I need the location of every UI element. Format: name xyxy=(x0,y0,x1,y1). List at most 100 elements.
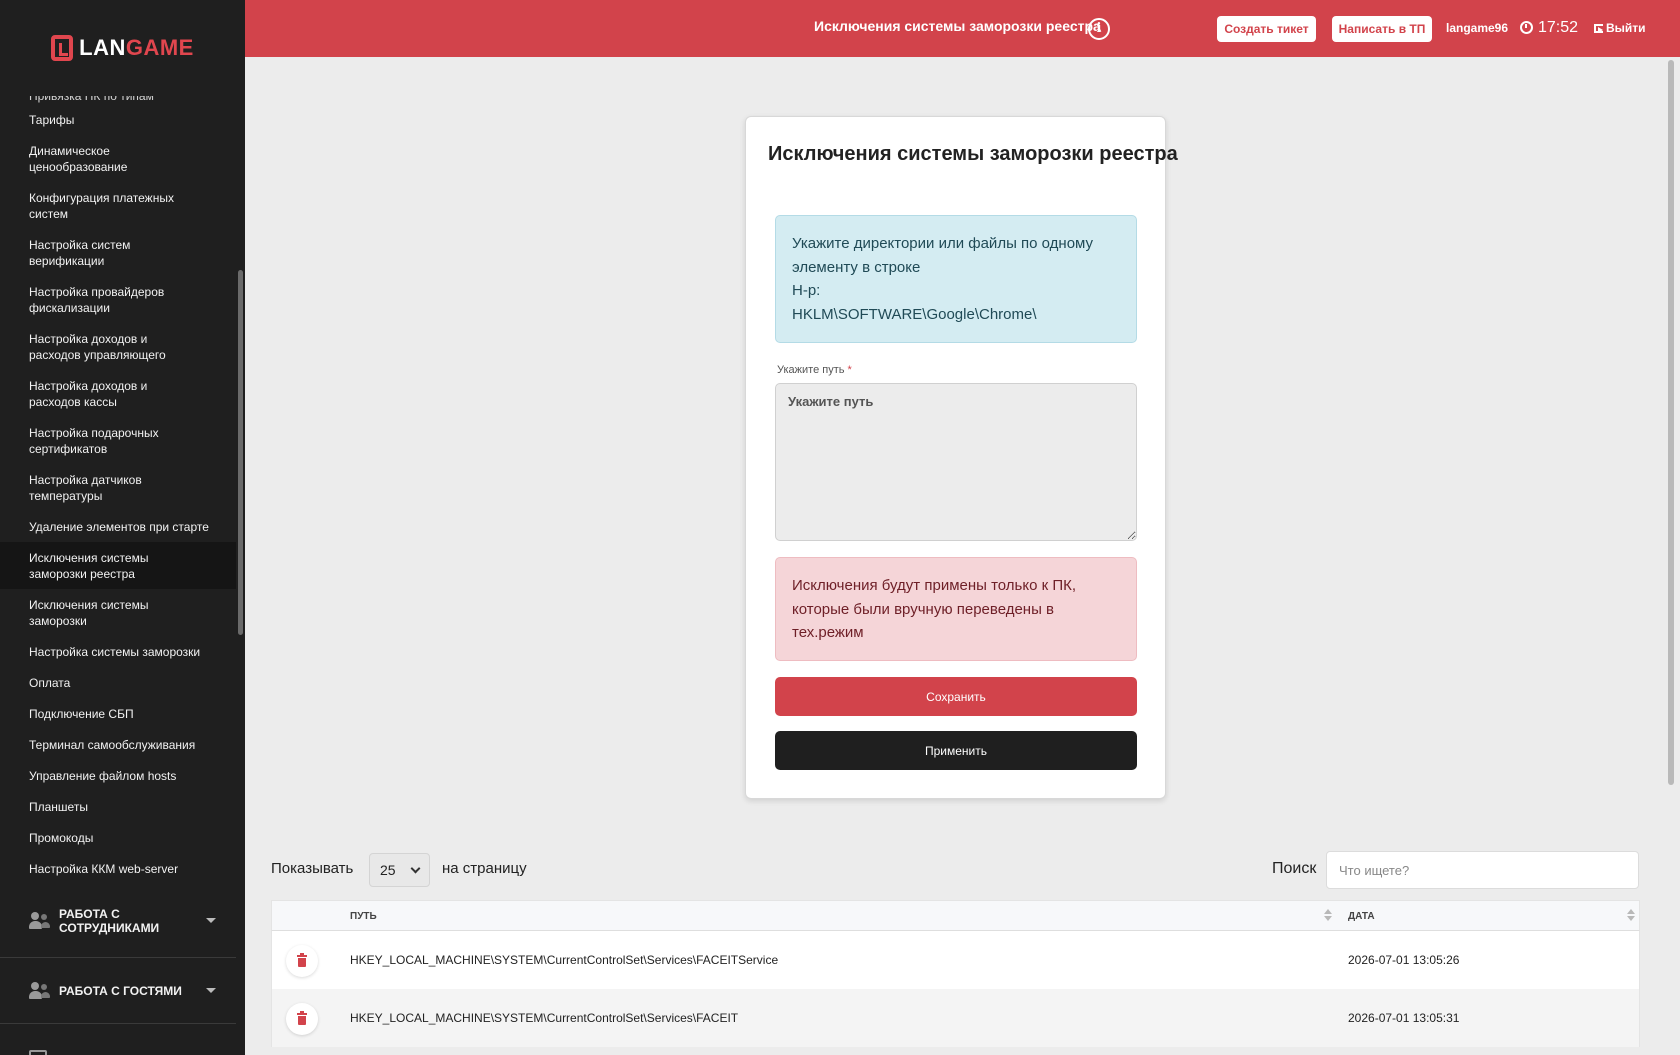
sidebar-item[interactable]: Настройка систем верификации xyxy=(0,229,236,276)
save-button[interactable]: Сохранить xyxy=(775,677,1137,716)
info-alert-line: элементу в строке xyxy=(792,258,921,276)
sidebar-item-label: Подключение СБП xyxy=(29,706,134,721)
sidebar-scrollbar[interactable] xyxy=(238,270,243,635)
sidebar-section[interactable]: Работа с гостями xyxy=(0,958,236,1024)
create-ticket-button[interactable]: Создать тикет xyxy=(1217,16,1316,42)
column-header-path[interactable]: ПУТЬ xyxy=(350,911,377,922)
sidebar-item[interactable]: Динамическое ценообразование xyxy=(0,135,236,182)
sidebar-item[interactable]: Управление файлом hosts xyxy=(0,760,236,791)
apply-button[interactable]: Применить xyxy=(775,731,1137,770)
sidebar-item[interactable]: Настройка подарочных сертификатов xyxy=(0,417,236,464)
sidebar-item-label: Конфигурация платежных систем xyxy=(29,190,174,221)
sidebar-item-label: Промокоды xyxy=(29,830,94,845)
logo-text-suffix: GAME xyxy=(125,35,194,60)
sidebar-item-label: Тарифы xyxy=(29,112,75,127)
warning-alert-line: тех.режим xyxy=(792,624,864,641)
logo-text-prefix: LAN xyxy=(79,35,126,60)
cell-date: 2026-07-01 13:05:26 xyxy=(1348,953,1460,967)
users-icon xyxy=(29,911,51,930)
sidebar-item-label: Исключения системы заморозки xyxy=(29,597,149,628)
langame-logo-icon xyxy=(51,35,74,61)
table-header: ПУТЬ ДАТА xyxy=(271,900,1640,931)
main-scrollbar[interactable] xyxy=(1668,60,1674,785)
page-title: Исключения системы заморозки реестра xyxy=(814,18,1101,34)
logo[interactable]: LANGAME xyxy=(0,0,245,96)
per-page-value: 25 xyxy=(380,862,396,878)
path-field-label-text: Укажите путь xyxy=(777,364,845,376)
path-field-label: Укажите путь * xyxy=(777,364,852,376)
sidebar-item-label: Динамическое ценообразование xyxy=(29,143,128,174)
sidebar-item-label: Настройка систем верификации xyxy=(29,237,131,268)
per-page-label: на страницу xyxy=(442,860,527,877)
table-row: HKEY_LOCAL_MACHINE\SYSTEM\CurrentControl… xyxy=(271,931,1640,989)
warning-alert-line: которые были вручную переведены в xyxy=(792,600,1055,618)
delete-button[interactable] xyxy=(286,945,318,977)
sidebar-item[interactable]: Настройка датчиков температуры xyxy=(0,464,236,511)
column-header-date[interactable]: ДАТА xyxy=(1348,911,1375,922)
sidebar-item[interactable]: Оплата xyxy=(0,667,236,698)
per-page-select[interactable]: 25 xyxy=(369,853,430,887)
exclusions-table: ПУТЬ ДАТА HKEY_LOCAL_MACHINE\SYSTEM\Curr… xyxy=(271,900,1640,1047)
show-label: Показывать xyxy=(271,860,354,877)
sidebar-item-label: Настройка системы заморозки xyxy=(29,644,201,659)
clock-time: 17:52 xyxy=(1538,19,1579,36)
sidebar-item[interactable]: Исключения системы заморозки реестра xyxy=(0,542,236,589)
sidebar-item-label: Настройка доходов и расходов кассы xyxy=(29,378,148,409)
sidebar-item[interactable]: Конфигурация платежных систем xyxy=(0,182,236,229)
sidebar-item-label: Терминал самообслуживания xyxy=(29,737,196,752)
sidebar-item[interactable]: Подключение СБП xyxy=(0,698,236,729)
required-mark: * xyxy=(847,364,852,376)
trash-icon xyxy=(297,1011,307,1025)
logo-text: LANGAME xyxy=(79,35,194,61)
logout-icon[interactable] xyxy=(1594,24,1603,33)
form-title: Исключения системы заморозки реестра xyxy=(768,143,1178,165)
table-row: HKEY_LOCAL_MACHINE\SYSTEM\CurrentControl… xyxy=(271,989,1640,1047)
caret-down-icon xyxy=(206,918,216,923)
info-alert-line: HKLM\SOFTWARE\Google\Chrome\ xyxy=(792,305,1037,323)
sidebar-item-label: Удаление элементов при старте xyxy=(29,519,209,534)
cell-date: 2026-07-01 13:05:31 xyxy=(1348,1011,1460,1025)
sidebar-item[interactable]: Тарифы xyxy=(0,104,236,135)
sidebar-item[interactable]: Удаление элементов при старте xyxy=(0,511,236,542)
sidebar-item[interactable]: Исключения системы заморозки xyxy=(0,589,236,636)
sidebar-item[interactable]: Настройка доходов и расходов кассы xyxy=(0,370,236,417)
sidebar-section[interactable]: Работа с сотрудниками xyxy=(0,884,236,958)
caret-down-icon xyxy=(206,988,216,993)
sidebar-item-label: Настройка подарочных сертификатов xyxy=(29,425,159,456)
sidebar-item-label: Планшеты xyxy=(29,799,88,814)
sidebar-section-label: Работа с гостями xyxy=(59,983,182,998)
info-alert: Укажите директории или файлы по одному э… xyxy=(775,215,1137,343)
trash-icon xyxy=(297,953,307,967)
sidebar-item-label: Оплата xyxy=(29,675,71,690)
top-bar: Исключения системы заморозки реестра i С… xyxy=(245,0,1680,57)
warning-alert: Исключения будут примены только к ПК, ко… xyxy=(775,557,1137,661)
sort-icon[interactable] xyxy=(1323,909,1333,923)
sidebar-item[interactable]: Настройка доходов и расходов управляющег… xyxy=(0,323,236,370)
warning-alert-line: Исключения будут примены только к ПК, xyxy=(792,577,1077,594)
cell-path: HKEY_LOCAL_MACHINE\SYSTEM\CurrentControl… xyxy=(350,1011,739,1025)
sidebar-item[interactable]: Терминал самообслуживания xyxy=(0,729,236,760)
sidebar-item-label: Исключения системы заморозки реестра xyxy=(29,550,149,581)
sidebar-item-label: Управление файлом hosts xyxy=(29,768,177,783)
sidebar-item-label: Настройка датчиков температуры xyxy=(29,472,142,503)
sidebar-item[interactable]: Планшеты xyxy=(0,791,236,822)
sidebar-item[interactable]: Промокоды xyxy=(0,822,236,853)
info-alert-line: Укажите директории или файлы по одному xyxy=(792,235,1094,252)
sort-icon[interactable] xyxy=(1626,909,1636,923)
clock-icon xyxy=(1520,21,1533,34)
sidebar-item[interactable]: Настройка ККМ web-server xyxy=(0,853,236,884)
logout-link[interactable]: Выйти xyxy=(1606,21,1646,35)
delete-button[interactable] xyxy=(286,1003,318,1035)
sidebar-item-label: Настройка провайдеров фискализации xyxy=(29,284,165,315)
write-support-button[interactable]: Написать в ТП xyxy=(1332,16,1432,42)
info-icon[interactable]: i xyxy=(1088,18,1110,40)
path-textarea[interactable] xyxy=(775,383,1137,541)
sidebar-item[interactable]: Настройка провайдеров фискализации xyxy=(0,276,236,323)
sidebar-section-label: Работа с сотрудниками xyxy=(59,906,160,935)
search-input[interactable] xyxy=(1326,851,1639,889)
sidebar: LANGAME Привязка ПК по типам Тарифы Динами… xyxy=(0,0,245,1055)
sidebar-menu: Привязка ПК по типам Тарифы Динамическое ц… xyxy=(0,88,236,1024)
sidebar-item[interactable]: Настройка системы заморозки xyxy=(0,636,236,667)
info-alert-line: Н-р: xyxy=(792,282,821,299)
search-label: Поиск xyxy=(1272,860,1317,877)
